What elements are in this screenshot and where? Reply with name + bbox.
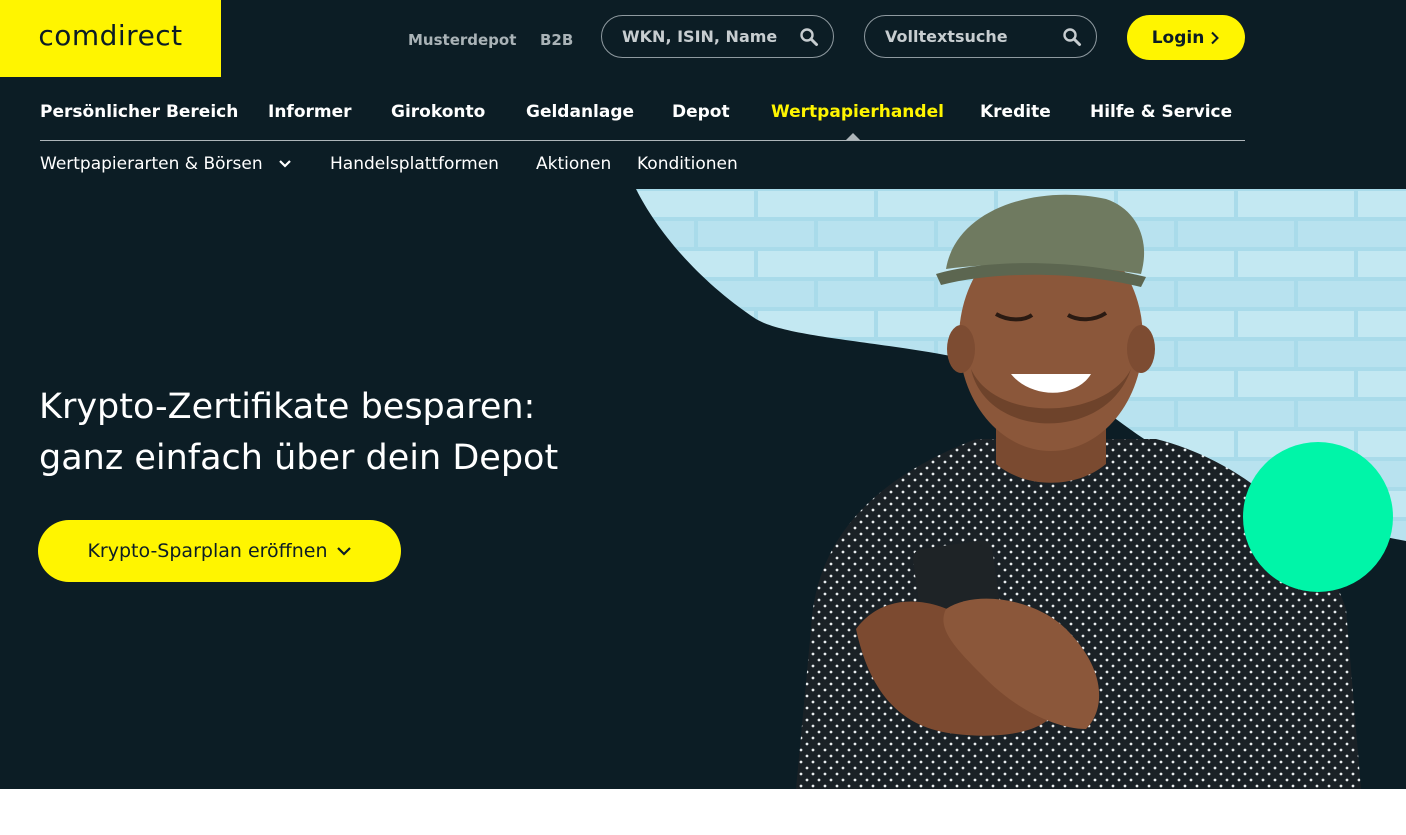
fulltext-search-input[interactable]: Volltextsuche: [864, 15, 1097, 58]
subnav-item-label: Wertpapierarten & Börsen: [40, 154, 263, 174]
cta-label: Krypto-Sparplan eröffnen: [87, 540, 328, 562]
search-icon[interactable]: [1062, 27, 1082, 47]
nav-item-informer[interactable]: Informer: [268, 102, 352, 122]
fulltext-search-placeholder: Volltextsuche: [885, 27, 1008, 46]
comdirect-logo[interactable]: comdirect: [0, 0, 221, 77]
nav-item-hilfe-service[interactable]: Hilfe & Service: [1090, 102, 1232, 122]
site-header: comdirect Musterdepot B2B WKN, ISIN, Nam…: [0, 0, 1406, 789]
krypto-sparplan-button[interactable]: Krypto-Sparplan eröffnen: [38, 520, 401, 582]
chevron-down-icon: [336, 547, 351, 556]
decorative-green-circle: [1243, 442, 1393, 592]
subnav-item-aktionen[interactable]: Aktionen: [536, 154, 611, 174]
hero-title-line1: Krypto-Zertifikate besparen:: [39, 387, 536, 427]
subnav-item-konditionen[interactable]: Konditionen: [637, 154, 738, 174]
logo-text: comdirect: [38, 19, 183, 52]
hero-title: Krypto-Zertifikate besparen: ganz einfac…: [39, 382, 558, 484]
nav-divider: [40, 140, 1245, 141]
musterdepot-link[interactable]: Musterdepot: [408, 31, 516, 49]
login-label: Login: [1151, 27, 1205, 48]
subnav-item-handelsplattformen[interactable]: Handelsplattformen: [330, 154, 499, 174]
nav-item-geldanlage[interactable]: Geldanlage: [526, 102, 634, 122]
chevron-right-icon: [1211, 31, 1220, 44]
hero-image: [636, 189, 1406, 789]
chevron-down-icon: [279, 160, 291, 168]
active-nav-indicator: [845, 133, 861, 141]
search-icon[interactable]: [799, 27, 819, 47]
hero-title-line2: ganz einfach über dein Depot: [39, 438, 559, 478]
nav-item-wertpapierhandel[interactable]: Wertpapierhandel: [771, 102, 944, 122]
subnav-item-wertpapierarten[interactable]: Wertpapierarten & Börsen: [40, 154, 292, 174]
nav-item-girokonto[interactable]: Girokonto: [391, 102, 485, 122]
login-button[interactable]: Login: [1127, 15, 1245, 60]
wkn-search-input[interactable]: WKN, ISIN, Name: [601, 15, 834, 58]
b2b-link[interactable]: B2B: [540, 31, 573, 49]
nav-item-depot[interactable]: Depot: [672, 102, 730, 122]
nav-item-persoenlicher-bereich[interactable]: Persönlicher Bereich: [40, 102, 238, 122]
nav-item-kredite[interactable]: Kredite: [980, 102, 1051, 122]
page: comdirect Musterdepot B2B WKN, ISIN, Nam…: [0, 0, 1406, 835]
wkn-search-placeholder: WKN, ISIN, Name: [622, 27, 778, 46]
